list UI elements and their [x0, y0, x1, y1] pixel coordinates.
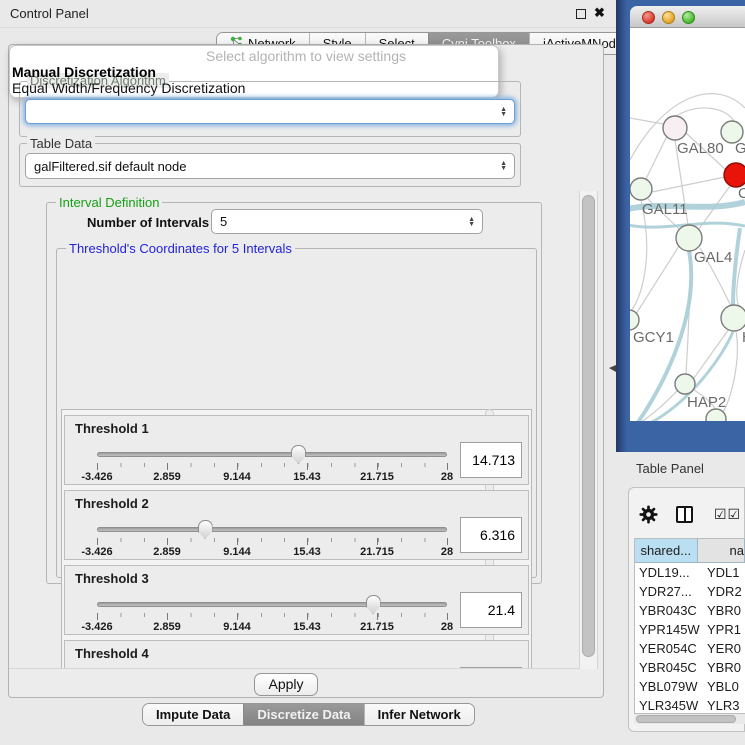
thresholds-group-title: Threshold's Coordinates for 5 Intervals — [66, 241, 295, 256]
table-data-combobox[interactable]: galFiltered.sif default node ▲▼ — [25, 153, 515, 179]
table-row[interactable]: YLR345WYLR3 — [635, 696, 745, 714]
column-header-name[interactable]: na — [698, 539, 745, 562]
table-data-title: Table Data — [27, 136, 95, 151]
slider-track[interactable] — [97, 527, 447, 532]
table-row[interactable]: YPR145WYPR1 — [635, 620, 745, 639]
threshold-value-field[interactable] — [460, 517, 522, 553]
threshold-value-field[interactable] — [460, 442, 522, 478]
combo-stepper-icon: ▲▼ — [500, 161, 507, 171]
threshold-label: Threshold 1 — [75, 421, 149, 436]
tab-infer-network[interactable]: Infer Network — [364, 704, 474, 725]
threshold-panel: Threshold 1 -3.426 2.859 9.144 15.43 21.… — [64, 415, 529, 485]
threshold-label: Threshold 4 — [75, 646, 149, 661]
minimize-traffic-light-icon[interactable] — [662, 11, 675, 24]
columns-icon[interactable] — [676, 506, 693, 523]
slider-thumb[interactable] — [291, 445, 306, 464]
dropdown-option-manual[interactable]: Manual Discretization — [12, 64, 156, 80]
close-icon[interactable]: ✖ — [594, 5, 605, 21]
cyni-toolbox-panel: Discretization Algorithm ▲▼ Select algor… — [8, 44, 604, 698]
node-label: GAL80 — [677, 140, 724, 157]
control-panel-title: Control Panel — [10, 6, 89, 21]
tab-discretize-data[interactable]: Discretize Data — [243, 704, 363, 725]
node-label: GA — [735, 140, 745, 157]
slider-thumb[interactable] — [198, 520, 213, 539]
threshold-slider[interactable]: -3.426 2.859 9.144 15.43 21.715 28 — [97, 596, 447, 636]
node-label: HAP2 — [687, 394, 726, 411]
mouse-cursor — [609, 365, 616, 372]
number-of-intervals-combobox[interactable]: 5 ▲▼ — [211, 209, 483, 234]
threshold-label: Threshold 3 — [75, 571, 149, 586]
node-gal80[interactable] — [663, 116, 687, 140]
node-label: GAL11 — [642, 201, 688, 218]
slider-thumb[interactable] — [366, 595, 381, 614]
threshold-panel: Threshold 2 -3.426 2.859 9.144 15.43 21.… — [64, 490, 529, 560]
node-label: C — [738, 185, 745, 202]
slider-track[interactable] — [97, 452, 447, 457]
bottom-tab-bar: Impute Data Discretize Data Infer Networ… — [142, 703, 475, 726]
node-selected-red[interactable] — [724, 163, 745, 187]
column-header-shared[interactable]: shared... — [635, 539, 698, 562]
slider-ticks — [97, 463, 447, 470]
settings-scroll-area: Interval Definition Number of Intervals … — [9, 191, 579, 669]
slider-ticks — [97, 613, 447, 620]
node-hap2[interactable] — [675, 374, 695, 394]
slider-tick-labels: -3.426 2.859 9.144 15.43 21.715 28 — [97, 621, 447, 634]
close-traffic-light-icon[interactable] — [642, 11, 655, 24]
table-row[interactable]: YDL19...YDL1 — [635, 563, 745, 582]
node-gal4[interactable] — [676, 225, 702, 251]
node-gcy1[interactable] — [630, 310, 639, 330]
combo-stepper-icon: ▲▼ — [500, 107, 507, 117]
table-row[interactable]: YDR27...YDR2 — [635, 582, 745, 601]
control-panel-header — [0, 0, 616, 28]
table-row[interactable]: YBR045CYBR0 — [635, 658, 745, 677]
table-header-row: shared... na — [635, 539, 745, 563]
node-label: GCY1 — [633, 329, 674, 346]
apply-button[interactable]: Apply — [254, 673, 318, 696]
network-canvas[interactable]: GAL80 GA GAL11 C GAL4 GCY1 H HAP2 — [630, 28, 745, 421]
slider-track[interactable] — [97, 602, 447, 607]
slider-ticks — [97, 538, 447, 545]
checkbox-filter-icons[interactable]: ☑☑ — [714, 506, 741, 523]
dropdown-prompt: Select algorithm to view settings — [9, 48, 603, 64]
table-horizontal-scrollbar[interactable] — [634, 714, 745, 724]
table-panel-title: Table Panel — [636, 461, 704, 476]
tab-impute-data[interactable]: Impute Data — [143, 704, 243, 725]
node-gal11[interactable] — [630, 178, 652, 200]
network-window-titlebar[interactable] — [630, 6, 745, 28]
zoom-traffic-light-icon[interactable] — [682, 11, 695, 24]
network-nodes[interactable] — [630, 116, 745, 421]
dropdown-option-equal-width[interactable]: Equal Width/Frequency Discretization — [12, 80, 245, 96]
threshold-slider[interactable]: -3.426 2.859 9.144 15.43 21.715 28 — [97, 446, 447, 486]
slider-tick-labels: -3.426 2.859 9.144 15.43 21.715 28 — [97, 471, 447, 484]
node-label: GAL4 — [694, 249, 732, 266]
interval-definition-title: Interval Definition — [56, 195, 162, 210]
number-of-intervals-label: Number of Intervals — [84, 215, 212, 230]
node-table[interactable]: shared... na YDL19...YDL1 YDR27...YDR2 Y… — [634, 538, 745, 714]
threshold-value-field[interactable] — [460, 667, 522, 669]
table-row[interactable]: YBL079WYBL0 — [635, 677, 745, 696]
threshold-panel: Threshold 4 -3.426 2.859 9.144 15.43 21.… — [64, 640, 529, 669]
algorithm-combobox[interactable]: ▲▼ — [25, 99, 515, 124]
threshold-value-field[interactable] — [460, 592, 522, 628]
scrollbar-thumb[interactable] — [582, 195, 595, 657]
settings-vertical-scrollbar[interactable] — [579, 191, 598, 669]
threshold-label: Threshold 2 — [75, 496, 149, 511]
combo-stepper-icon: ▲▼ — [468, 217, 475, 227]
node-h[interactable] — [721, 305, 745, 331]
gear-icon[interactable] — [639, 505, 658, 529]
table-row[interactable]: YER054CYER0 — [635, 639, 745, 658]
threshold-slider[interactable]: -3.426 2.859 9.144 15.43 21.715 28 — [97, 521, 447, 561]
table-row[interactable]: YBR043CYBR0 — [635, 601, 745, 620]
threshold-panel: Threshold 3 -3.426 2.859 9.144 15.43 21.… — [64, 565, 529, 635]
float-window-icon[interactable] — [576, 9, 586, 19]
slider-tick-labels: -3.426 2.859 9.144 15.43 21.715 28 — [97, 546, 447, 559]
